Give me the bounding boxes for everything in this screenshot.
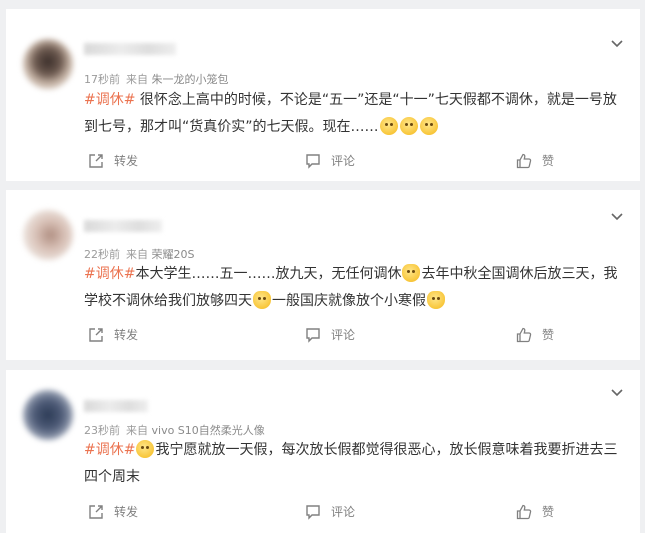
- post-time: 22秒前: [84, 248, 120, 261]
- comment-button[interactable]: 评论: [305, 503, 355, 520]
- avatar[interactable]: [23, 39, 73, 89]
- cat-emoji-icon: [253, 291, 271, 309]
- username-blurred[interactable]: [84, 220, 162, 232]
- smile-emoji-icon: [379, 117, 398, 135]
- repost-button[interactable]: 转发: [88, 152, 138, 169]
- post-text: 我宁愿就放一天假，每次放长假都觉得很恶心，放长假意味着我要折进去三四个周末: [84, 442, 618, 485]
- hashtag-link[interactable]: #调休#: [84, 92, 135, 108]
- repost-button[interactable]: 转发: [88, 326, 138, 343]
- chevron-down-icon[interactable]: [610, 386, 624, 400]
- smile-emoji-icon: [399, 117, 418, 135]
- post-meta: 17秒前 来自 朱一龙的小笼包: [84, 71, 229, 87]
- username-blurred[interactable]: [84, 43, 176, 55]
- source-prefix: 来自: [126, 248, 148, 261]
- post-content: #调休# 很怀念上高中的时候，不论是“五一”还是“十一”七天假都不调休，就是一号…: [84, 87, 624, 141]
- avatar[interactable]: [23, 210, 73, 260]
- avatar[interactable]: [23, 390, 73, 440]
- cat-emoji-icon: [427, 291, 445, 309]
- repost-icon: [89, 153, 103, 168]
- comment-icon: [306, 504, 320, 520]
- like-button[interactable]: 赞: [516, 152, 554, 169]
- like-label: 赞: [542, 328, 555, 342]
- comment-button[interactable]: 评论: [305, 326, 355, 343]
- post-meta: 22秒前 来自 荣耀20S: [84, 246, 194, 262]
- repost-label: 转发: [114, 154, 139, 168]
- post-content: #调休# 我宁愿就放一天假，每次放长假都觉得很恶心，放长假意味着我要折进去三四个周…: [84, 437, 624, 491]
- post-source[interactable]: vivo S10自然柔光人像: [152, 424, 265, 437]
- action-bar: 转发 评论 赞: [6, 326, 640, 348]
- post-card: 23秒前 来自 vivo S10自然柔光人像 #调休# 我宁愿就放一天假，每次放长假…: [6, 370, 640, 533]
- post-card: 17秒前 来自 朱一龙的小笼包 #调休# 很怀念上高中的时候，不论是“五一”还是“…: [6, 9, 640, 181]
- post-card: 22秒前 来自 荣耀20S #调休#本大学生……五一……放九天，无任何调休 去年中秋…: [6, 190, 640, 360]
- hashtag-link[interactable]: #调休#: [84, 442, 135, 458]
- comment-label: 评论: [331, 154, 356, 168]
- comment-label: 评论: [331, 505, 356, 519]
- post-source[interactable]: 荣耀20S: [152, 248, 195, 261]
- like-button[interactable]: 赞: [516, 326, 554, 343]
- thumbs-up-icon: [516, 504, 532, 519]
- repost-icon: [89, 327, 103, 342]
- thumbs-up-icon: [516, 153, 532, 168]
- post-text: 很怀念上高中的时候，不论是“五一”还是“十一”七天假都不调休，就是一号放到七号，…: [84, 92, 617, 135]
- post-text: 一般国庆就像放个小寒假: [272, 293, 426, 309]
- source-prefix: 来自: [126, 424, 148, 437]
- post-content: #调休#本大学生……五一……放九天，无任何调休 去年中秋全国调休后放三天，我学校不…: [84, 261, 624, 315]
- like-label: 赞: [542, 505, 555, 519]
- thumbs-up-icon: [516, 327, 532, 342]
- crying-emoji-icon: [136, 440, 155, 458]
- username-blurred[interactable]: [84, 400, 148, 412]
- repost-label: 转发: [114, 505, 139, 519]
- chevron-down-icon[interactable]: [610, 37, 624, 51]
- smile-emoji-icon: [419, 117, 438, 135]
- hashtag-link[interactable]: #调休#: [84, 266, 135, 282]
- comment-icon: [306, 153, 320, 169]
- comment-button[interactable]: 评论: [305, 152, 355, 169]
- action-bar: 转发 评论 赞: [6, 152, 640, 174]
- repost-label: 转发: [114, 328, 139, 342]
- post-source[interactable]: 朱一龙的小笼包: [152, 73, 229, 86]
- post-text: 本大学生……五一……放九天，无任何调休: [135, 266, 402, 282]
- repost-icon: [89, 504, 103, 519]
- post-time: 17秒前: [84, 73, 120, 86]
- post-time: 23秒前: [84, 424, 120, 437]
- post-meta: 23秒前 来自 vivo S10自然柔光人像: [84, 422, 265, 438]
- like-button[interactable]: 赞: [516, 503, 554, 520]
- source-prefix: 来自: [126, 73, 148, 86]
- action-bar: 转发 评论 赞: [6, 503, 640, 525]
- chevron-down-icon[interactable]: [610, 210, 624, 224]
- repost-button[interactable]: 转发: [88, 503, 138, 520]
- comment-label: 评论: [331, 328, 356, 342]
- cat-emoji-icon: [402, 264, 421, 282]
- comment-icon: [306, 327, 320, 343]
- like-label: 赞: [542, 154, 555, 168]
